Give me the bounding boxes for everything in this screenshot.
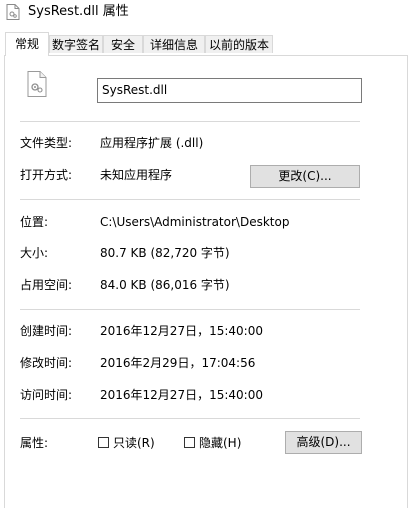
size-value: 80.7 KB (82,720 字节) [100, 246, 230, 260]
dll-file-icon [27, 71, 47, 97]
change-button[interactable]: 更改(C)... [250, 165, 360, 188]
tab-security[interactable]: 安全 [103, 35, 143, 53]
divider [20, 309, 360, 310]
properties-dialog: SysRest.dll 属性 常规 数字签名 安全 详细信息 以前的版本 Sys… [0, 0, 414, 508]
hidden-checkbox[interactable]: 隐藏(H) [184, 435, 244, 451]
tab-strip: 常规 数字签名 安全 详细信息 以前的版本 [0, 32, 414, 56]
title-bar: SysRest.dll 属性 [0, 0, 414, 26]
size-on-disk-value: 84.0 KB (86,016 字节) [100, 278, 230, 292]
advanced-button[interactable]: 高级(D)... [285, 431, 362, 454]
tab-digital-signatures[interactable]: 数字签名 [49, 35, 103, 53]
divider [20, 121, 360, 122]
location-value: C:\Users\Administrator\Desktop [100, 215, 290, 229]
file-type-label: 文件类型: [20, 136, 73, 150]
readonly-checkbox-box[interactable] [98, 437, 109, 448]
accessed-label: 访问时间: [20, 388, 73, 402]
tab-previous-versions[interactable]: 以前的版本 [205, 35, 273, 53]
dll-file-icon [6, 4, 20, 20]
opens-with-label: 打开方式: [20, 168, 73, 182]
divider [20, 418, 360, 419]
modified-label: 修改时间: [20, 356, 73, 370]
window-title: SysRest.dll 属性 [28, 4, 129, 19]
hidden-checkbox-box[interactable] [184, 437, 195, 448]
location-label: 位置: [20, 215, 49, 229]
attributes-label: 属性: [20, 436, 49, 450]
tab-details[interactable]: 详细信息 [143, 35, 205, 53]
opens-with-value: 未知应用程序 [100, 168, 173, 182]
created-label: 创建时间: [20, 324, 73, 338]
tab-general[interactable]: 常规 [5, 32, 49, 56]
file-name-input[interactable]: SysRest.dll [97, 78, 362, 103]
created-value: 2016年12月27日，15:40:00 [100, 324, 263, 338]
accessed-value: 2016年12月27日，15:40:00 [100, 388, 263, 402]
file-type-value: 应用程序扩展 (.dll) [100, 136, 204, 150]
modified-value: 2016年2月29日，17:04:56 [100, 356, 256, 370]
hidden-checkbox-label[interactable]: 隐藏(H) [199, 435, 241, 451]
size-on-disk-label: 占用空间: [20, 278, 73, 292]
readonly-checkbox-label[interactable]: 只读(R) [113, 435, 155, 451]
size-label: 大小: [20, 246, 49, 260]
divider [20, 199, 360, 200]
readonly-checkbox[interactable]: 只读(R) [98, 435, 158, 451]
